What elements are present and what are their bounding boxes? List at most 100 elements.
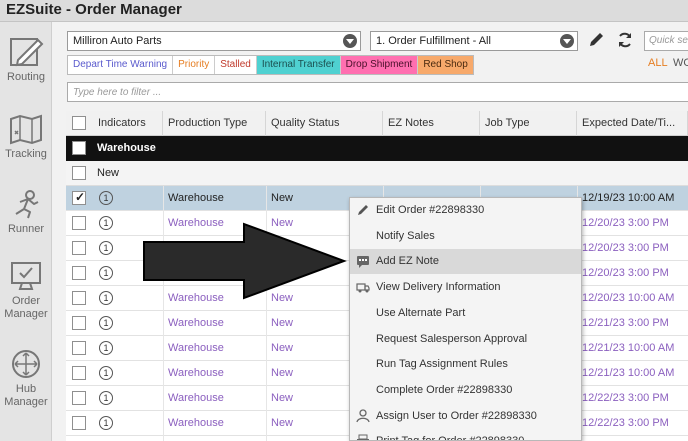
sidebar-item-hub-manager[interactable]: Hub Manager: [0, 348, 52, 409]
expected-date-cell[interactable]: 12/20/23 3:00 PM: [577, 211, 688, 236]
column-divider: [163, 361, 164, 386]
expected-date-cell[interactable]: 12/20/23 3:00 PM: [577, 236, 688, 261]
sidebar-item-routing[interactable]: Routing: [0, 36, 52, 84]
grid-filter-input[interactable]: Type here to filter ...: [67, 82, 688, 102]
context-menu-item[interactable]: Print Tag for Order #22898330: [350, 429, 581, 440]
subgroup-label: New: [97, 167, 120, 179]
indicator-count-badge: 1: [99, 316, 113, 330]
context-menu-item-label: View Delivery Information: [376, 281, 501, 294]
sidebar-item-order-manager[interactable]: Order Manager: [0, 260, 52, 321]
row-checkbox[interactable]: [72, 316, 86, 330]
row-checkbox[interactable]: [72, 190, 86, 205]
chip-red-shop[interactable]: Red Shop: [418, 56, 473, 74]
routing-pencil-icon: [10, 38, 44, 67]
expected-date-cell[interactable]: 12/21/23 10:00 AM: [577, 361, 688, 386]
expected-date-cell[interactable]: 12/21/23 10:00 AM: [577, 336, 688, 361]
production-type-cell[interactable]: Warehouse: [163, 436, 266, 441]
column-header-job-type[interactable]: Job Type: [480, 111, 577, 136]
row-checkbox[interactable]: [72, 266, 86, 280]
pencil-icon[interactable]: [587, 31, 605, 49]
row-checkbox[interactable]: [72, 291, 86, 305]
group-checkbox[interactable]: [72, 141, 86, 155]
expected-date-cell[interactable]: 12/21/23 3:00 PM: [577, 311, 688, 336]
view-all-link[interactable]: ALL: [648, 57, 668, 69]
subgroup-row-new[interactable]: New: [66, 161, 688, 186]
expected-date-cell[interactable]: 12/22/23 3:00 PM: [577, 386, 688, 411]
context-menu-item[interactable]: View Delivery Information: [350, 275, 581, 300]
refresh-icon[interactable]: [616, 31, 634, 49]
indicator-count-badge: 1: [99, 416, 113, 430]
context-menu-item[interactable]: Edit Order #22898330: [350, 198, 581, 223]
expected-date-cell[interactable]: 12/22/23 3:00 PM: [577, 436, 688, 441]
quick-search-input[interactable]: Quick se: [644, 31, 688, 51]
context-menu-item[interactable]: Complete Order #22898330: [350, 378, 581, 403]
customer-select-value: Milliron Auto Parts: [73, 35, 162, 47]
context-menu-item-label: Print Tag for Order #22898330: [376, 435, 524, 440]
row-checkbox[interactable]: [72, 341, 86, 355]
view-wo-link[interactable]: WO: [673, 57, 688, 69]
truck-icon: [356, 283, 370, 293]
chip-internal-transfer[interactable]: Internal Transfer: [256, 56, 341, 74]
printer-icon: [357, 434, 369, 440]
column-header-expected-date[interactable]: Expected Date/Ti...: [577, 111, 688, 136]
column-header-ez-notes[interactable]: EZ Notes: [383, 111, 480, 136]
expected-date-cell[interactable]: 12/22/23 3:00 PM: [577, 411, 688, 436]
row-checkbox[interactable]: [72, 366, 86, 380]
production-type-cell[interactable]: Warehouse: [163, 411, 266, 436]
row-checkbox[interactable]: [72, 391, 86, 405]
column-divider: [163, 386, 164, 411]
production-type-cell[interactable]: Warehouse: [163, 336, 266, 361]
customer-select[interactable]: Milliron Auto Parts: [67, 31, 361, 51]
sidebar-item-label: Order: [11, 295, 41, 307]
column-divider: [266, 186, 267, 211]
expected-date-cell[interactable]: 12/20/23 10:00 AM: [577, 286, 688, 311]
chip-stalled[interactable]: Stalled: [215, 56, 257, 74]
tracking-map-icon: [10, 114, 42, 145]
context-menu-item[interactable]: Notify Sales: [350, 224, 581, 249]
view-select-value: 1. Order Fulfillment - All: [376, 35, 491, 47]
sidebar-item-label: Manager: [4, 396, 48, 408]
row-checkbox[interactable]: [72, 241, 86, 255]
sidebar-item-label: Tracking: [5, 148, 47, 160]
production-type-cell[interactable]: Warehouse: [163, 361, 266, 386]
context-menu-item-label: Request Salesperson Approval: [376, 332, 528, 345]
user-icon: [356, 408, 370, 422]
view-select[interactable]: 1. Order Fulfillment - All: [370, 31, 578, 51]
subgroup-checkbox[interactable]: [72, 166, 86, 180]
context-menu-item[interactable]: Run Tag Assignment Rules: [350, 352, 581, 377]
context-menu-item[interactable]: Add EZ Note: [350, 249, 581, 275]
chip-drop-shipment[interactable]: Drop Shipment: [340, 56, 419, 74]
sidebar-item-runner[interactable]: Runner: [0, 188, 52, 236]
column-divider: [266, 311, 267, 336]
chevron-down-icon[interactable]: [560, 34, 574, 48]
column-divider: [163, 336, 164, 361]
context-menu-item-label: Notify Sales: [376, 229, 435, 242]
context-menu-item[interactable]: Use Alternate Part: [350, 301, 581, 326]
chevron-down-icon[interactable]: [343, 34, 357, 48]
app-title: EZSuite - Order Manager: [6, 1, 182, 18]
group-row-warehouse[interactable]: Warehouse: [66, 136, 688, 161]
context-menu-item-label: Run Tag Assignment Rules: [376, 358, 508, 371]
indicator-count-badge: 1: [99, 241, 113, 255]
chip-priority[interactable]: Priority: [173, 56, 216, 74]
production-type-cell[interactable]: Warehouse: [163, 311, 266, 336]
context-menu-item[interactable]: Request Salesperson Approval: [350, 327, 581, 352]
production-type-cell[interactable]: Warehouse: [163, 186, 266, 211]
sidebar-item-label: Hub: [15, 383, 37, 395]
column-header-production-type[interactable]: Production Type: [163, 111, 266, 136]
production-type-cell[interactable]: Warehouse: [163, 386, 266, 411]
expected-date-cell[interactable]: 12/19/23 10:00 AM: [577, 186, 688, 211]
select-all-checkbox[interactable]: [72, 116, 86, 130]
column-header-quality-status[interactable]: Quality Status: [266, 111, 383, 136]
column-divider: [266, 436, 267, 441]
row-checkbox[interactable]: [72, 216, 86, 230]
context-menu-item-label: Add EZ Note: [376, 255, 439, 268]
sidebar-item-tracking[interactable]: Tracking: [0, 113, 52, 161]
row-checkbox[interactable]: [72, 416, 86, 430]
pencil-icon: [358, 205, 368, 215]
expected-date-cell[interactable]: 12/20/23 3:00 PM: [577, 261, 688, 286]
chip-depart-time-warning[interactable]: Depart Time Warning: [68, 56, 174, 74]
title-bar: EZSuite - Order Manager: [0, 0, 688, 22]
context-menu-item[interactable]: Assign User to Order #22898330: [350, 404, 581, 429]
column-header-indicators[interactable]: Indicators: [93, 111, 163, 136]
